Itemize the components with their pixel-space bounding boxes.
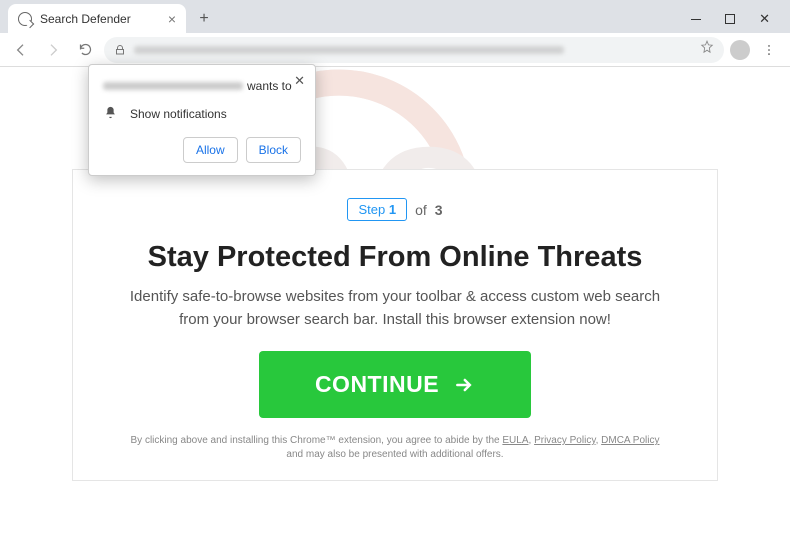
arrow-right-icon [453, 375, 475, 395]
popup-permission-label: Show notifications [130, 107, 227, 121]
eula-link[interactable]: EULA [502, 435, 528, 446]
bookmark-star-icon[interactable] [700, 40, 714, 59]
notification-permission-popup: ✕ wants to Show notifications Allow Bloc… [88, 64, 316, 176]
url-obscured [134, 46, 564, 54]
step-indicator: Step 1 of 3 [121, 198, 669, 221]
new-tab-button[interactable]: + [190, 5, 218, 33]
dmca-link[interactable]: DMCA Policy [601, 435, 659, 446]
search-icon [18, 12, 32, 26]
continue-button[interactable]: CONTINUE [259, 351, 531, 418]
arrow-right-icon [45, 42, 61, 58]
step-total: 3 [435, 202, 443, 218]
page-subtext: Identify safe-to-browse websites from yo… [121, 286, 669, 331]
window-close-button[interactable]: ✕ [759, 11, 770, 27]
back-button[interactable] [8, 37, 34, 63]
lock-icon [114, 44, 126, 56]
allow-button[interactable]: Allow [183, 137, 238, 163]
arrow-left-icon [13, 42, 29, 58]
window-maximize-button[interactable] [725, 14, 735, 24]
profile-avatar[interactable] [730, 40, 750, 60]
tab-title: Search Defender [40, 12, 131, 26]
privacy-link[interactable]: Privacy Policy [534, 435, 596, 446]
reload-button[interactable] [72, 37, 98, 63]
bell-icon [103, 105, 118, 123]
popup-origin-obscured [103, 82, 243, 90]
popup-close-button[interactable]: ✕ [294, 73, 305, 89]
reload-icon [78, 42, 93, 57]
block-button[interactable]: Block [246, 137, 301, 163]
step-of-label: of [415, 202, 427, 218]
browser-tab[interactable]: Search Defender × [8, 4, 186, 33]
window-minimize-button[interactable] [691, 19, 701, 20]
disclaimer-text: By clicking above and installing this Ch… [121, 434, 669, 462]
address-bar [0, 33, 790, 67]
tab-close-icon[interactable]: × [168, 11, 176, 27]
continue-label: CONTINUE [315, 371, 439, 398]
popup-wants-to-label: wants to [247, 79, 292, 93]
step-pill: Step 1 [347, 198, 407, 221]
tab-bar: Search Defender × + ✕ [0, 0, 790, 33]
menu-button[interactable] [756, 37, 782, 63]
page-headline: Stay Protected From Online Threats [121, 241, 669, 274]
content-panel: Step 1 of 3 Stay Protected From Online T… [72, 169, 718, 481]
forward-button [40, 37, 66, 63]
kebab-icon [762, 43, 776, 57]
omnibox[interactable] [104, 37, 724, 63]
